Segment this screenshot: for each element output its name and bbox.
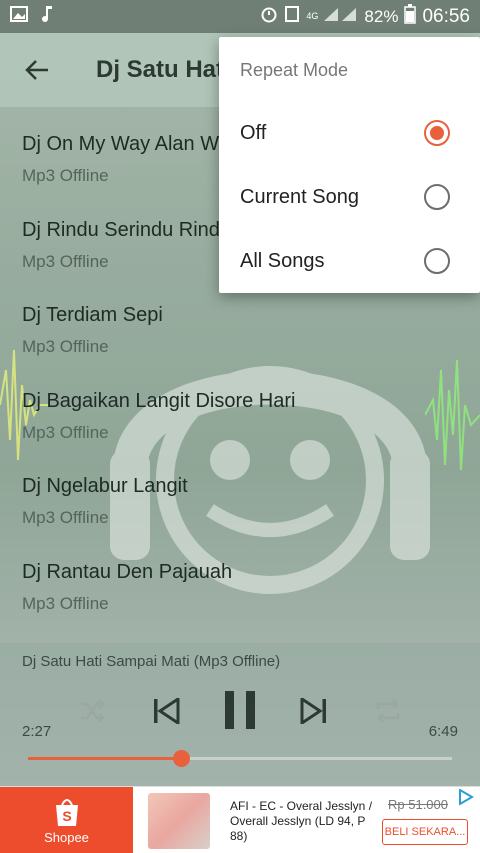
menu-title: Repeat Mode (240, 60, 349, 80)
pause-icon (225, 691, 255, 729)
song-title: Dj Terdiam Sepi (22, 304, 163, 326)
battery-icon (404, 4, 417, 29)
svg-text:S: S (62, 808, 71, 824)
ad-choices-icon[interactable] (458, 789, 474, 805)
shopping-bag-icon: S (55, 798, 78, 826)
shopee-logo[interactable]: S Shopee (0, 787, 133, 853)
ad-buy-button[interactable]: BELI SEKARA... (382, 819, 468, 845)
alarm-icon (260, 5, 278, 28)
song-subtitle: Mp3 Offline (22, 508, 109, 527)
song-title: Dj Rantau Den Pajauah (22, 560, 233, 583)
pause-button[interactable] (216, 685, 264, 735)
repeat-icon (376, 699, 400, 723)
back-button[interactable] (0, 33, 74, 107)
ad-price: Rp 51.000 (388, 797, 448, 812)
song-title: Dj Ngelabur Langit (22, 475, 188, 497)
shuffle-icon (81, 699, 105, 723)
gallery-notification-icon (10, 6, 28, 27)
previous-button[interactable] (144, 689, 188, 733)
signal-icon (324, 6, 358, 27)
player-panel: Dj Satu Hati Sampai Mati (Mp3 Offline) 2… (0, 643, 480, 786)
music-notification-icon (40, 5, 54, 28)
seek-bar-thumb[interactable] (172, 750, 190, 767)
repeat-mode-menu: Repeat Mode Off Current Song All Songs (219, 37, 480, 293)
radio-selected[interactable] (424, 120, 450, 146)
song-subtitle: Mp3 Offline (22, 422, 109, 442)
next-button[interactable] (292, 689, 336, 733)
shuffle-button[interactable] (72, 691, 112, 731)
repeat-option-current-song[interactable]: Current Song (219, 165, 480, 229)
song-row[interactable]: Dj Bagaikan Langit Disore Hari Mp3 Offli… (0, 364, 480, 450)
ad-text: AFI - EC - Overal Jesslyn / Overall Jess… (230, 799, 373, 843)
song-row[interactable]: Dj Rantau Den Pajauah Mp3 Offline (0, 535, 480, 621)
arrow-left-icon (25, 60, 48, 80)
clock: 06:56 (422, 5, 470, 27)
seek-bar-progress (28, 757, 181, 760)
ad-product-image[interactable] (148, 793, 210, 849)
status-bar: 4G 82% 06:56 (0, 0, 480, 33)
ad-banner[interactable]: S Shopee AFI - EC - Overal Jesslyn / Ove… (0, 786, 480, 853)
option-label: Off (240, 121, 267, 144)
radio-unselected[interactable] (424, 184, 450, 210)
skip-next-icon (300, 698, 326, 724)
skip-previous-icon (154, 698, 180, 724)
battery-percent: 82% (364, 6, 399, 26)
radio-dot (430, 126, 444, 140)
song-title: Dj Bagaikan Langit Disore Hari (22, 389, 296, 412)
repeat-option-off[interactable]: Off (219, 101, 480, 165)
song-subtitle: Mp3 Offline (22, 593, 109, 613)
now-playing-title: Dj Satu Hati Sampai Mati (Mp3 Offline) (22, 653, 281, 670)
elapsed-time: 2:27 (22, 723, 52, 740)
network-type: 4G (306, 11, 319, 21)
repeat-option-all-songs[interactable]: All Songs (219, 229, 480, 293)
nfc-icon (284, 5, 300, 28)
song-subtitle: Mp3 Offline (22, 337, 109, 356)
total-duration: 6:49 (428, 723, 458, 740)
repeat-button[interactable] (368, 691, 408, 731)
page-title: Dj Satu Hati (96, 56, 231, 83)
option-label: All Songs (240, 249, 325, 272)
ad-brand: Shopee (44, 829, 89, 845)
seek-bar[interactable] (28, 750, 452, 767)
radio-unselected[interactable] (424, 248, 450, 274)
option-label: Current Song (240, 185, 359, 208)
song-row[interactable]: Dj Ngelabur Langit Mp3 Offline (0, 449, 480, 535)
